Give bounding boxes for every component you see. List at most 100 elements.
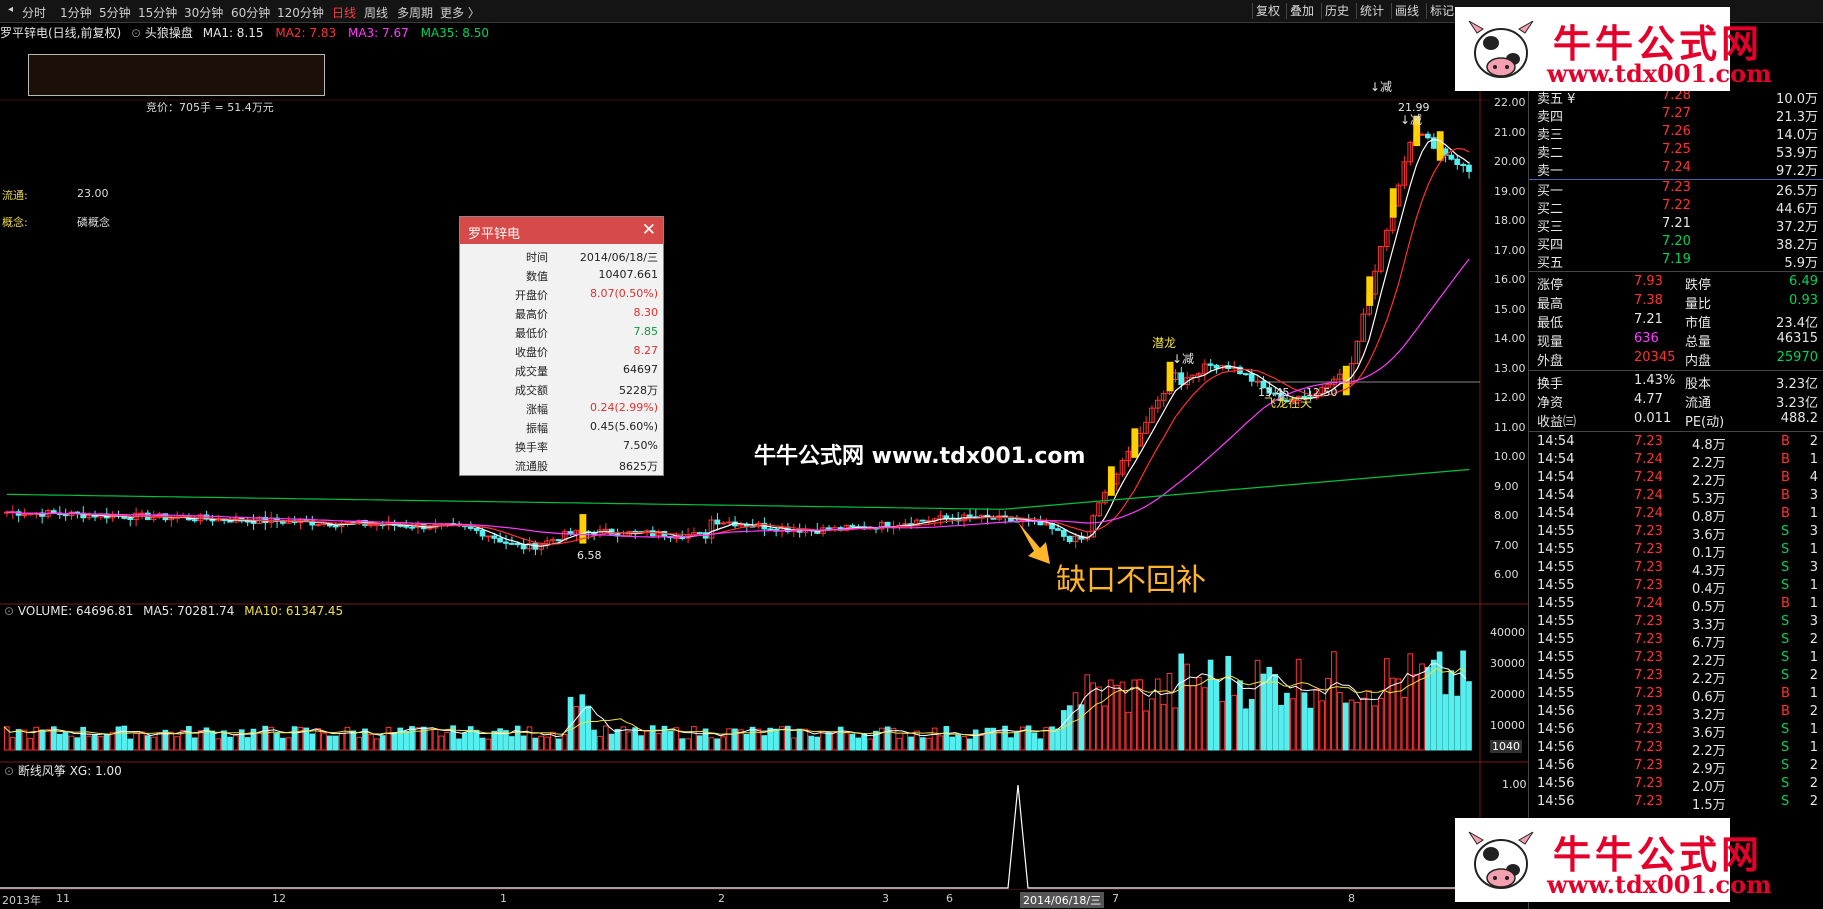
stat-value: 7.21 <box>1634 312 1663 327</box>
price-tick-label: 19.00 <box>1494 184 1526 198</box>
volume-bar <box>561 734 568 751</box>
tick-price: 7.23 <box>1634 542 1663 557</box>
candle-body <box>1066 535 1073 543</box>
close-icon[interactable]: ✕ <box>642 220 656 240</box>
bid-row[interactable]: 买三 7.21 37.2万 <box>1529 216 1823 235</box>
tick-row: 14:54 7.24 5.3万 B 3 <box>1529 488 1823 507</box>
volume-bars <box>3 650 1472 751</box>
time-tick-label: 3 <box>882 892 889 905</box>
price-tick-label: 10.00 <box>1494 450 1526 463</box>
fund-row: 收益㈢ 0.011 PE(动) 488.2 <box>1529 411 1823 430</box>
volume-bar <box>597 735 603 751</box>
volume-current-label: 1040 <box>1490 740 1522 753</box>
stat-label: 现量 <box>1537 335 1564 350</box>
volume-bar <box>532 737 539 751</box>
tick-time: 14:54 <box>1537 488 1575 503</box>
tick-count: 1 <box>1809 452 1818 467</box>
xg-name: 断线风筝 XG: 1.00 <box>17 764 122 778</box>
tick-volume: 5.3万 <box>1692 492 1726 507</box>
popup-row: 最低价 7.85 <box>460 322 663 341</box>
volume-bar <box>438 735 445 751</box>
ask-row[interactable]: 卖四 7.27 21.3万 <box>1529 106 1823 125</box>
volume-bar <box>514 725 521 751</box>
time-tick-label: 8 <box>1348 892 1355 905</box>
volume-bar <box>139 731 145 751</box>
volume-bar <box>837 726 844 751</box>
ma1-line <box>6 138 1470 547</box>
bid-row[interactable]: 买五 7.19 5.9万 <box>1529 252 1823 271</box>
tick-volume: 0.5万 <box>1692 600 1726 615</box>
quote-divider <box>1529 271 1823 272</box>
volume-bar <box>1466 681 1472 751</box>
ad-banner-top[interactable]: 牛牛公式网 www.tdx001.com <box>1455 7 1772 91</box>
volume-bar <box>1143 710 1149 751</box>
volume-bar <box>291 726 298 751</box>
popup-header[interactable]: 罗平锌电 ✕ <box>460 217 663 244</box>
bid-label: 买三 <box>1537 220 1564 235</box>
candle-body <box>127 517 133 520</box>
volume-bar <box>21 729 28 751</box>
ask-row[interactable]: 卖二 7.25 53.9万 <box>1529 142 1823 161</box>
time-axis: 2013年 11 12 1 2 3 6 2014/06/18/三 7 8 <box>0 890 1490 909</box>
volume-bar <box>279 737 286 751</box>
volume-gear-icon[interactable]: ⊙ <box>4 604 14 618</box>
volume-bar <box>1008 737 1014 751</box>
volume-bar <box>215 738 222 751</box>
candle-body <box>1213 364 1220 369</box>
volume-bar <box>1166 672 1173 751</box>
tick-direction: S <box>1781 668 1790 683</box>
volume-bar <box>1237 680 1243 751</box>
bid-row[interactable]: 买二 7.22 44.6万 <box>1529 198 1823 217</box>
bid-row[interactable]: 买一 7.23 26.5万 <box>1529 180 1823 199</box>
fund-value: 3.23亿 <box>1776 377 1818 392</box>
volume-bar <box>444 731 451 751</box>
popup-row: 换手率 7.50% <box>460 436 663 455</box>
volume-bar <box>943 725 950 751</box>
tick-volume: 0.4万 <box>1692 582 1726 597</box>
volume-bar <box>97 736 104 751</box>
reduce-label: ↓减 <box>1370 80 1393 94</box>
time-tick-label: 1 <box>500 892 507 905</box>
volume-bar <box>62 731 69 751</box>
price-tick-label: 9.00 <box>1494 479 1519 493</box>
candle-body <box>139 512 145 515</box>
xg-gear-icon[interactable]: ⊙ <box>4 764 14 778</box>
popup-row-label: 开盘价 <box>515 289 548 302</box>
candle-body <box>1060 529 1067 537</box>
tick-count: 1 <box>1809 650 1818 665</box>
volume-bar <box>121 725 128 751</box>
volume-bar <box>409 726 415 751</box>
volume-bar <box>309 733 316 751</box>
popup-title: 罗平锌电 <box>468 227 521 242</box>
bid-row[interactable]: 买四 7.20 38.2万 <box>1529 234 1823 253</box>
tick-time: 14:54 <box>1537 452 1575 467</box>
candle-body <box>497 537 503 543</box>
volume-bar <box>1201 687 1208 751</box>
volume-bar <box>1154 678 1161 751</box>
ask-row[interactable]: 卖三 7.26 14.0万 <box>1529 124 1823 143</box>
time-tick-label: 2013年 <box>2 894 41 907</box>
candle-body <box>397 524 404 527</box>
ask-row[interactable]: 卖一 7.24 97.2万 <box>1529 160 1823 179</box>
volume-bar <box>1107 679 1114 751</box>
candle-body <box>1466 164 1472 172</box>
volume-bar <box>714 738 721 751</box>
tick-time: 14:55 <box>1537 542 1575 557</box>
ask-label: 卖二 <box>1537 146 1564 161</box>
popup-row: 时间 2014/06/18/三 <box>460 246 663 265</box>
volume-bar <box>68 735 75 751</box>
volume-bar <box>920 737 926 751</box>
tick-row: 14:55 7.23 2.2万 S 2 <box>1529 668 1823 687</box>
candle-body <box>943 515 950 519</box>
volume-bar <box>1225 655 1232 751</box>
signal-bar <box>1107 466 1115 496</box>
ad-banner-bottom[interactable]: 牛牛公式网 www.tdx001.com <box>1455 818 1772 902</box>
tick-direction: S <box>1781 776 1790 791</box>
volume-tick-label: 40000 <box>1490 626 1525 639</box>
quote-divider <box>1529 431 1823 432</box>
stat-value: 20345 <box>1634 350 1676 365</box>
tick-direction: S <box>1781 524 1790 539</box>
popup-row: 最高价 8.30 <box>460 303 663 322</box>
stat-value: 0.93 <box>1789 293 1818 308</box>
candle-body <box>520 544 527 550</box>
